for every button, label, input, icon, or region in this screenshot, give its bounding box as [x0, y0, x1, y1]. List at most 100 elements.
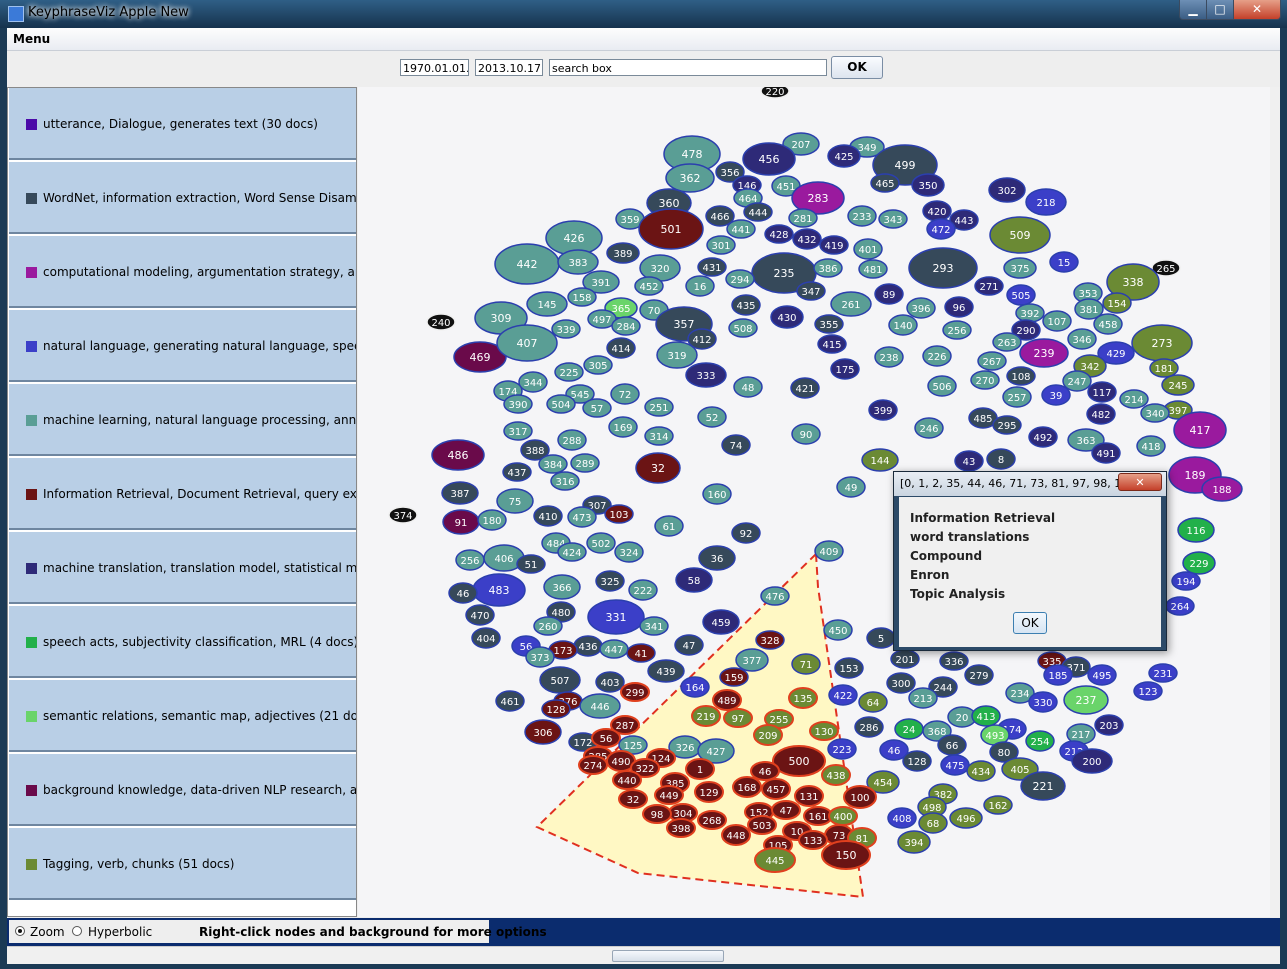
graph-node[interactable]: 404 [471, 627, 501, 649]
graph-node[interactable]: 450 [823, 619, 853, 641]
graph-node[interactable]: 383 [557, 249, 599, 275]
graph-node[interactable]: 261 [830, 291, 872, 317]
graph-node[interactable]: 200 [1071, 748, 1113, 774]
graph-node[interactable]: 281 [788, 208, 818, 228]
graph-node[interactable]: 324 [614, 541, 644, 563]
graph-node[interactable]: 509 [989, 216, 1051, 254]
graph-node[interactable]: 366 [543, 574, 581, 600]
graph-node[interactable]: 330 [1028, 691, 1058, 713]
graph-node[interactable]: 341 [639, 616, 669, 636]
graph-node[interactable]: 108 [1006, 366, 1036, 386]
graph-node[interactable]: 194 [1171, 571, 1201, 591]
graph-node[interactable]: 58 [675, 567, 713, 593]
graph-node[interactable]: 386 [813, 258, 843, 278]
graph-node[interactable]: 32 [635, 452, 681, 484]
graph-node[interactable]: 159 [719, 667, 749, 687]
graph-node[interactable]: 160 [702, 483, 732, 505]
graph-node[interactable]: 245 [1161, 374, 1195, 396]
graph-node[interactable]: 39 [1041, 384, 1071, 406]
graph-node[interactable]: 96 [944, 296, 974, 318]
graph-node[interactable]: 486 [431, 439, 485, 471]
graph-node[interactable]: 336 [939, 651, 969, 671]
dialog-ok-button[interactable]: OK [1013, 612, 1047, 634]
graph-node[interactable]: 203 [1094, 714, 1124, 736]
graph-node[interactable]: 508 [728, 318, 758, 338]
graph-node[interactable]: 299 [620, 682, 650, 702]
search-ok-button[interactable]: OK [831, 56, 883, 79]
graph-node[interactable]: 457 [761, 778, 791, 800]
graph-node[interactable]: 271 [974, 276, 1004, 296]
graph-node[interactable]: 413 [971, 705, 1001, 727]
graph-node[interactable]: 495 [1087, 664, 1117, 686]
graph-node[interactable]: 492 [1028, 426, 1058, 448]
graph-node[interactable]: 394 [897, 830, 931, 854]
graph-node[interactable]: 476 [760, 586, 790, 606]
graph-node[interactable]: 254 [1025, 730, 1055, 752]
graph-node[interactable]: 218 [1025, 188, 1067, 216]
graph-node[interactable]: 91 [442, 509, 480, 535]
graph-node[interactable]: 103 [604, 504, 634, 524]
graph-node[interactable]: 16 [685, 275, 715, 297]
graph-node[interactable]: 226 [922, 345, 952, 367]
graph-node[interactable]: 390 [503, 394, 533, 414]
graph-node[interactable]: 340 [1140, 403, 1170, 423]
graph-node[interactable]: 396 [906, 297, 936, 319]
graph-node[interactable]: 57 [582, 398, 612, 418]
graph-node[interactable]: 239 [1019, 338, 1069, 368]
graph-node[interactable]: 422 [828, 684, 858, 706]
graph-node[interactable]: 428 [764, 224, 794, 244]
graph-node[interactable]: 362 [665, 163, 715, 193]
graph-node[interactable]: 219 [691, 705, 721, 727]
graph-node[interactable]: 32 [618, 789, 648, 809]
graph-node[interactable]: 188 [1201, 476, 1243, 502]
graph-node[interactable]: 442 [494, 243, 560, 285]
graph-node[interactable]: 447 [599, 639, 629, 659]
maximize-button[interactable]: □ [1206, 0, 1234, 20]
graph-node[interactable]: 263 [992, 332, 1022, 352]
graph-node[interactable]: 482 [1086, 403, 1116, 425]
graph-node[interactable]: 398 [666, 818, 696, 838]
graph-node[interactable]: 268 [697, 810, 727, 830]
graph-node[interactable]: 90 [791, 423, 821, 445]
cluster-legend-item[interactable]: WordNet, information extraction, Word Se… [9, 162, 356, 234]
graph-node[interactable]: 284 [611, 316, 641, 336]
graph-node[interactable]: 496 [949, 807, 983, 829]
graph-node[interactable]: 316 [550, 471, 580, 491]
graph-node[interactable]: 430 [770, 305, 804, 329]
graph-node[interactable]: 504 [546, 394, 576, 414]
graph-node[interactable]: 387 [441, 481, 479, 505]
graph-node[interactable]: 392 [1015, 303, 1045, 323]
graph-node[interactable]: 221 [1020, 771, 1066, 801]
graph-node[interactable]: 437 [502, 462, 532, 482]
start-date-field[interactable]: 1970.01.01. [400, 59, 469, 76]
graph-node[interactable]: 418 [1136, 435, 1166, 457]
graph-node[interactable]: 47 [674, 634, 704, 656]
graph-node[interactable]: 131 [794, 785, 824, 807]
graph-node[interactable]: 400 [828, 806, 858, 826]
graph-node[interactable]: 461 [495, 690, 525, 712]
graph-node[interactable]: 274 [578, 755, 608, 775]
graph-node[interactable]: 168 [732, 776, 762, 798]
graph-node[interactable]: 89 [874, 283, 904, 305]
cluster-legend-item[interactable]: background knowledge, data-driven NLP re… [9, 754, 356, 826]
graph-node[interactable]: 502 [586, 532, 616, 554]
dialog-close-button[interactable]: ✕ [1118, 473, 1162, 491]
graph-node[interactable]: 231 [1148, 663, 1178, 683]
graph-node[interactable]: 481 [858, 259, 888, 279]
graph-node[interactable]: 220 [760, 87, 790, 99]
graph-node[interactable]: 417 [1173, 411, 1227, 449]
search-input[interactable]: search box [549, 59, 827, 76]
graph-node[interactable]: 46 [750, 761, 780, 781]
graph-node[interactable]: 408 [887, 807, 917, 829]
graph-node[interactable]: 347 [796, 281, 826, 301]
graph-node[interactable]: 240 [426, 313, 456, 331]
graph-node[interactable]: 181 [1149, 358, 1179, 378]
minimize-button[interactable]: ▁ [1179, 0, 1207, 20]
graph-node[interactable]: 117 [1087, 381, 1117, 403]
graph-node[interactable]: 51 [516, 554, 546, 574]
graph-node[interactable]: 300 [886, 672, 916, 694]
graph-node[interactable]: 317 [503, 421, 533, 441]
graph-node[interactable]: 306 [524, 719, 562, 745]
end-date-field[interactable]: 2013.10.17. [475, 59, 543, 76]
graph-node[interactable]: 5 [866, 627, 896, 649]
